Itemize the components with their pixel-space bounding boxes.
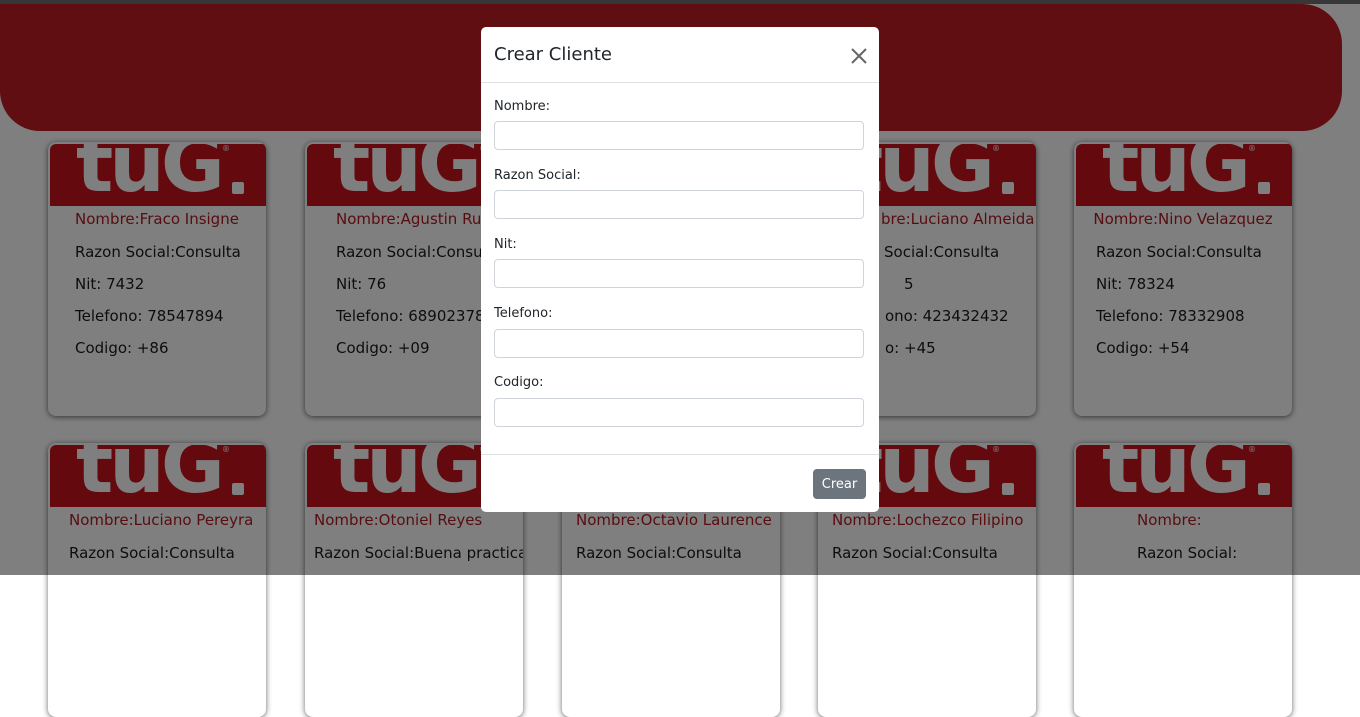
nit-input[interactable] [494,259,864,288]
razon-social-input[interactable] [494,190,864,219]
modal-title: Crear Cliente [494,44,612,65]
codigo-input[interactable] [494,398,864,427]
crear-button[interactable]: Crear [813,469,866,499]
modal-footer: Crear [481,454,879,512]
nombre-label: Nombre: [494,99,551,114]
nombre-input[interactable] [494,121,864,150]
telefono-label: Telefono: [494,306,553,321]
crear-cliente-modal: Crear Cliente Nombre: Razon Social: Nit:… [481,27,879,512]
close-icon[interactable] [847,44,871,68]
razon-social-label: Razon Social: [494,168,581,183]
nit-label: Nit: [494,237,517,252]
codigo-label: Codigo: [494,375,544,390]
telefono-input[interactable] [494,329,864,358]
modal-header: Crear Cliente [481,27,879,83]
